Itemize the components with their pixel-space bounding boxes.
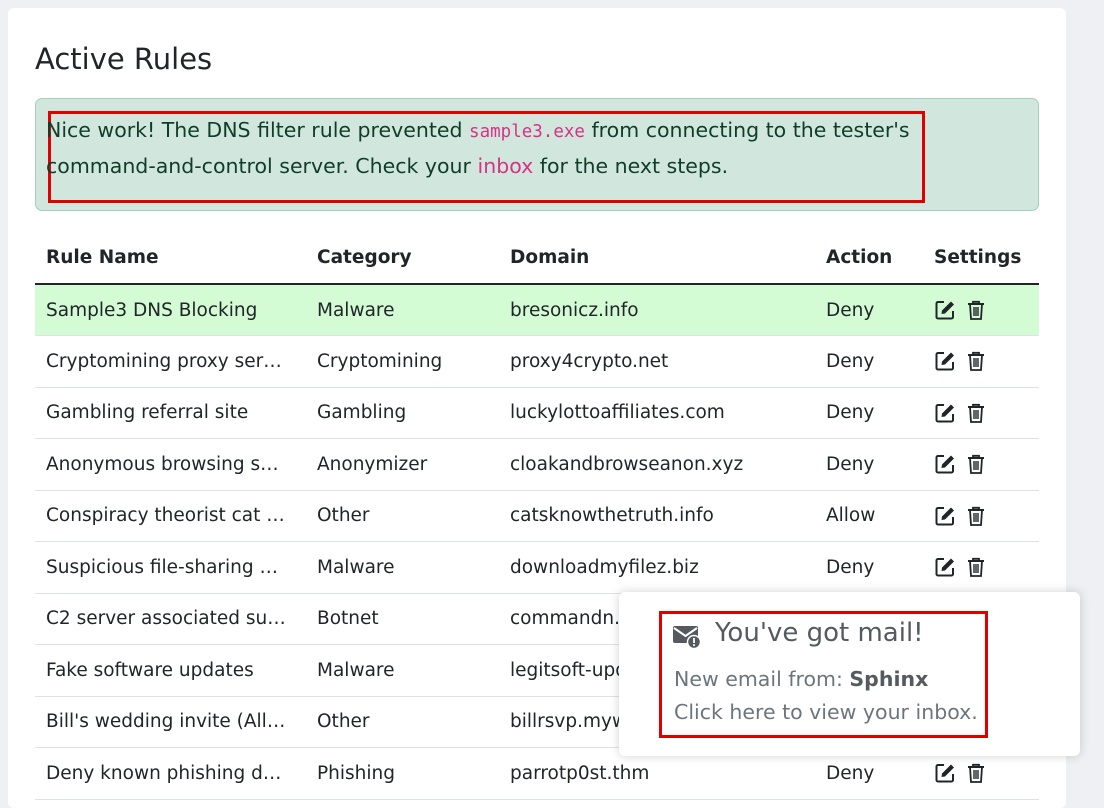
category-cell: Cryptomining [306,335,499,388]
rule-name-cell: C2 server associated su… [35,593,306,645]
rule-name-cell: Deny known phishing d… [35,747,306,800]
edit-icon[interactable] [934,762,956,784]
header-domain: Domain [499,232,815,285]
table-row: Suspicious file-sharing … Malware download… [35,541,1039,594]
edit-icon[interactable] [934,299,956,321]
settings-cell [923,438,1039,491]
action-cell: Deny [815,438,923,491]
settings-cell [923,387,1039,439]
rule-name-cell: Bill's wedding invite (All… [35,696,306,748]
edit-icon[interactable] [934,505,956,527]
edit-icon[interactable] [934,350,956,372]
domain-cell: catsknowthetruth.info [499,490,815,542]
toast-from-label: New email from: [674,667,850,691]
edit-icon[interactable] [934,453,956,475]
settings-cell [923,541,1039,594]
alert-message: Nice work! The DNS filter rule prevented… [46,113,916,183]
header-settings: Settings [923,232,1039,285]
category-cell: Anonymizer [306,438,499,491]
category-cell: Phishing [306,747,499,800]
rule-name-cell: Gambling referral site [35,387,306,439]
category-cell: Malware [306,541,499,594]
header-category: Category [306,232,499,285]
alert-text-before: Nice work! The DNS filter rule prevented [46,118,470,142]
trash-icon[interactable] [965,299,987,321]
page-title: Active Rules [35,42,213,76]
trash-icon[interactable] [965,453,987,475]
trash-icon[interactable] [965,762,987,784]
success-alert: Nice work! The DNS filter rule prevented… [35,98,1039,211]
table-row: Sample3 DNS Blocking Malware bresonicz.inf… [35,284,1039,336]
category-cell: Other [306,490,499,542]
category-cell: Malware [306,644,499,697]
settings-cell [923,335,1039,388]
domain-cell: proxy4crypto.net [499,335,815,388]
domain-cell: luckylottoaffiliates.com [499,387,815,439]
domain-cell: downloadmyfilez.biz [499,541,815,594]
rule-name-cell: Anonymous browsing s… [35,438,306,491]
domain-cell: cloakandbrowseanon.xyz [499,438,815,491]
table-row: Cryptomining proxy ser… Cryptomining proxy… [35,335,1039,388]
action-cell: Allow [815,490,923,542]
rule-name-cell: Conspiracy theorist cat … [35,490,306,542]
rule-name-cell: Suspicious file-sharing … [35,541,306,594]
trash-icon[interactable] [965,505,987,527]
toast-cta[interactable]: Click here to view your inbox. [674,700,978,724]
trash-icon[interactable] [965,556,987,578]
edit-icon[interactable] [934,402,956,424]
mail-alert-icon [672,623,702,650]
action-cell: Deny [815,335,923,388]
domain-cell: bresonicz.info [499,284,815,336]
action-cell: Deny [815,284,923,336]
category-cell: Malware [306,284,499,336]
table-row: Gambling referral site Gambling luckylotto… [35,387,1039,439]
header-rule-name: Rule Name [35,232,306,285]
edit-icon[interactable] [934,556,956,578]
mail-notification-toast[interactable]: You've got mail! New email from: Sphinx … [619,592,1080,756]
toast-from-line: New email from: Sphinx [674,667,928,691]
alert-text-after: for the next steps. [533,154,729,178]
trash-icon[interactable] [965,402,987,424]
category-cell: Gambling [306,387,499,439]
table-header-row: Rule Name Category Domain Action Setting… [35,232,1039,285]
settings-cell [923,284,1039,336]
toast-title: You've got mail! [715,618,924,648]
toast-sender: Sphinx [849,667,929,691]
inbox-link[interactable]: inbox [478,154,534,178]
category-cell: Other [306,696,499,748]
settings-cell [923,490,1039,542]
alert-code: sample3.exe [469,122,585,142]
trash-icon[interactable] [965,350,987,372]
table-row: Conspiracy theorist cat … Other catsknowth… [35,490,1039,542]
category-cell: Botnet [306,593,499,645]
rule-name-cell: Sample3 DNS Blocking [35,284,306,336]
header-action: Action [815,232,923,285]
rule-name-cell: Cryptomining proxy ser… [35,335,306,388]
table-row: Anonymous browsing s… Anonymizer cloakandb… [35,438,1039,491]
rule-name-cell: Fake software updates [35,644,306,697]
action-cell: Deny [815,541,923,594]
action-cell: Deny [815,387,923,439]
